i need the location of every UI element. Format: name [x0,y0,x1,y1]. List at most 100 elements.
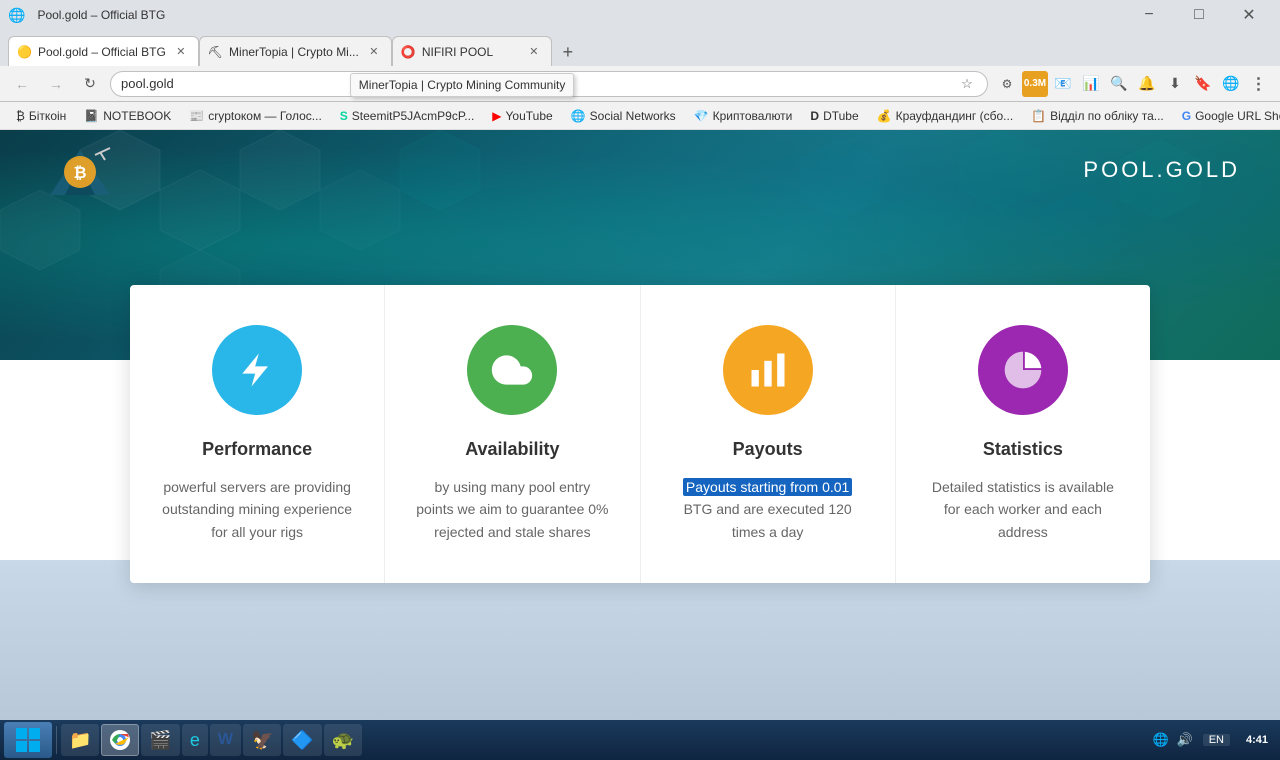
performance-description: powerful servers are providing outstandi… [160,476,354,543]
title-bar-left: 🌐 Pool.gold – Official BTG [8,7,165,24]
bookmark-label: NOTEBOOK [103,109,171,123]
bookmark-bitcoin[interactable]: ₿ Біткоін [8,104,74,128]
tab-title: NIFIRI POOL [422,45,519,59]
taskbar-chrome[interactable] [101,724,139,756]
tab-close-button[interactable]: ✕ [525,43,543,61]
address-bar: ← → ↻ pool.gold ☆ ⚙ 0.3M 📧 📊 🔍 🔔 ⬇ 🔖 🌐 ⋮ [0,66,1280,102]
statistics-title: Statistics [983,439,1063,460]
bookmark-crypto[interactable]: 📰 cryptoком — Голос... [181,104,330,128]
app2-icon: 🔷 [291,730,313,751]
tool8-icon[interactable]: 🌐 [1218,71,1244,97]
bookmark-crypto2[interactable]: 💎 Криптовалюти [686,104,801,128]
taskbar: 📁 🎬 e W 🦅 🔷 🐢 🌐 🔊 EN 4:41 [0,720,1280,760]
bookmark-favicon: 💎 [694,109,709,123]
tab-minertopia[interactable]: ⛏ MinerTopia | Crypto Mi... ✕ MinerTopia… [199,36,392,66]
tool6-icon[interactable]: ⬇ [1162,71,1188,97]
bookmark-favicon: 📰 [189,109,204,123]
tab-pool-gold[interactable]: 🟡 Pool.gold – Official BTG ✕ [8,36,199,66]
title-bar: 🌐 Pool.gold – Official BTG − □ ✕ [0,0,1280,30]
statistics-description: Detailed statistics is available for eac… [926,476,1120,543]
feature-card-statistics: Statistics Detailed statistics is availa… [896,285,1150,583]
cloud-icon [490,348,534,392]
availability-icon-circle [467,325,557,415]
tab-favicon: ⭕ [401,45,416,59]
adblock-icon[interactable]: 0.3M [1022,71,1048,97]
bookmark-favicon: 🌐 [571,109,586,123]
bookmark-label: Біткоін [29,109,66,123]
payouts-line2: BTG and are executed 120 times a day [684,501,852,539]
lightning-icon [235,348,279,392]
features-section: Performance powerful servers are providi… [130,285,1150,583]
bookmark-viddil[interactable]: 📋 Відділ по обліку та... [1023,104,1172,128]
bookmark-youtube[interactable]: ▶ YouTube [484,104,560,128]
taskbar-app3[interactable]: 🐢 [324,724,362,756]
payouts-title: Payouts [733,439,803,460]
bookmark-label: DTube [823,109,859,123]
window-title: Pool.gold – Official BTG [37,8,165,22]
start-button[interactable] [4,722,52,758]
clock-time: 4:41 [1246,734,1268,746]
feature-card-payouts: Payouts Payouts starting from 0.01 BTG a… [641,285,896,583]
taskbar-app1[interactable]: 🦅 [243,724,281,756]
taskbar-sep [56,726,57,754]
tool5-icon[interactable]: 🔔 [1134,71,1160,97]
close-button[interactable]: ✕ [1226,0,1272,30]
bookmark-label: YouTube [506,109,553,123]
bookmark-label: Social Networks [590,109,676,123]
title-bar-controls: − □ ✕ [1126,0,1272,30]
volume-icon: 🔊 [1175,730,1195,750]
feature-card-availability: Availability by using many pool entry po… [385,285,640,583]
svg-text:₿: ₿ [73,164,86,182]
performance-icon-circle [212,325,302,415]
tray-icons: 🌐 🔊 [1151,730,1195,750]
tool3-icon[interactable]: 📊 [1078,71,1104,97]
new-tab-button[interactable]: + [554,38,582,66]
taskbar-explorer[interactable]: e [182,724,208,756]
language-indicator[interactable]: EN [1203,734,1230,746]
bookmark-notebook[interactable]: 📓 NOTEBOOK [76,104,179,128]
tab-favicon: ⛏ [208,45,223,59]
back-button[interactable]: ← [8,70,36,98]
tab-tooltip: MinerTopia | Crypto Mining Community [350,73,575,97]
availability-description: by using many pool entry points we aim t… [415,476,609,543]
tab-close-button[interactable]: ✕ [365,43,383,61]
payouts-highlight: Payouts starting from 0.01 [683,478,852,496]
maximize-button[interactable]: □ [1176,0,1222,30]
chart-bar-icon [746,348,790,392]
browser-favicon: 🌐 [8,7,25,24]
taskbar-folder[interactable]: 📁 [61,724,99,756]
extensions-icon[interactable]: ⚙ [994,71,1020,97]
bookmark-dtube[interactable]: D DTube [802,104,866,128]
bookmark-favicon: ▶ [492,109,501,123]
bookmark-google-url[interactable]: G Google URL Shorte... [1174,104,1280,128]
tool4-icon[interactable]: 🔍 [1106,71,1132,97]
taskbar-app2[interactable]: 🔷 [283,724,321,756]
bookmark-social[interactable]: 🌐 Social Networks [563,104,684,128]
tab-title: Pool.gold – Official BTG [38,45,166,59]
statistics-icon-circle [978,325,1068,415]
bookmark-steemit[interactable]: S SteemitP5JAcmP9cP... [332,104,483,128]
bookmark-label: Google URL Shorte... [1195,109,1280,123]
reload-button[interactable]: ↻ [76,70,104,98]
forward-button[interactable]: → [42,70,70,98]
tool2-icon[interactable]: 📧 [1050,71,1076,97]
taskbar-word[interactable]: W [210,724,241,756]
bookmark-label: Відділ по обліку та... [1050,109,1164,123]
bookmark-favicon: 💰 [877,109,892,123]
media-icon: 🎬 [149,730,171,751]
bookmarks-bar: ₿ Біткоін 📓 NOTEBOOK 📰 cryptoком — Голос… [0,102,1280,130]
minimize-button[interactable]: − [1126,0,1172,30]
system-clock: 4:41 [1238,734,1276,746]
site-header: ₿ POOL.GOLD [0,130,1280,210]
bookmark-star-icon[interactable]: ☆ [957,74,977,94]
bookmark-favicon: 📋 [1031,109,1046,123]
bookmark-favicon: 📓 [84,109,99,123]
more-icon[interactable]: ⋮ [1246,71,1272,97]
bookmark-crowd[interactable]: 💰 Крауфдандинг (сбо... [869,104,1022,128]
tool7-icon[interactable]: 🔖 [1190,71,1216,97]
payouts-icon-circle [723,325,813,415]
taskbar-media[interactable]: 🎬 [141,724,179,756]
tab-nifiri[interactable]: ⭕ NIFIRI POOL ✕ [392,36,552,66]
tab-close-button[interactable]: ✕ [172,43,190,61]
windows-logo-icon [14,726,42,754]
